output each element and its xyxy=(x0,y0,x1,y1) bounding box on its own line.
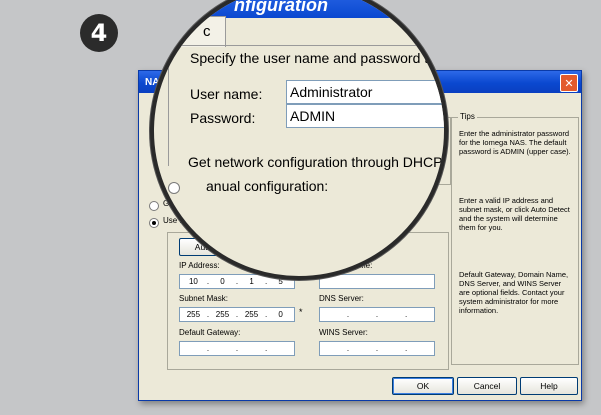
subnet-octet: 255 xyxy=(186,310,201,319)
close-icon: ✕ xyxy=(564,76,574,90)
subnet-octet: 255 xyxy=(215,310,230,319)
dns-server-field[interactable]: ... xyxy=(319,307,435,322)
magnified-title: nfiguration xyxy=(234,0,328,15)
dns-server-label: DNS Server: xyxy=(319,294,364,303)
step-number-badge: 4 xyxy=(80,14,118,52)
subnet-octet: 255 xyxy=(244,310,259,319)
magnified-manual-radio xyxy=(168,182,180,194)
tips-title: Tips xyxy=(458,112,477,121)
magnified-password-label: Password: xyxy=(190,110,256,126)
ip-octet: 0 xyxy=(220,277,225,286)
subnet-mask-field[interactable]: 255. 255. 255. 0 xyxy=(179,307,295,322)
magnified-username-label: User name: xyxy=(190,86,263,102)
required-mark: * xyxy=(299,307,303,317)
ip-octet: 1 xyxy=(249,277,254,286)
magnified-username-field: Administrator xyxy=(286,80,444,104)
subnet-mask-label: Subnet Mask: xyxy=(179,294,228,303)
magnified-instruction: Specify the user name and password to a xyxy=(190,50,448,66)
default-gateway-field[interactable]: ... xyxy=(179,341,295,356)
cancel-button[interactable]: Cancel xyxy=(457,377,517,395)
domain-name-field[interactable] xyxy=(319,274,435,289)
close-button[interactable]: ✕ xyxy=(560,74,578,92)
magnified-dhcp-text: Get network configuration through DHCP xyxy=(188,154,443,170)
magnified-manual-text: anual configuration: xyxy=(206,178,329,194)
wins-server-field[interactable]: ... xyxy=(319,341,435,356)
ok-button[interactable]: OK xyxy=(392,377,454,395)
manual-radio[interactable] xyxy=(149,218,159,228)
magnified-password-field: ADMIN xyxy=(286,104,444,128)
magnified-tab-label: c xyxy=(203,23,211,40)
tip-password: Enter the administrator password for the… xyxy=(459,129,571,156)
ip-address-label: IP Address: xyxy=(179,261,220,270)
wins-server-label: WINS Server: xyxy=(319,328,368,337)
subnet-octet: 0 xyxy=(278,310,283,319)
ip-octet: 10 xyxy=(188,277,198,286)
default-gateway-label: Default Gateway: xyxy=(179,328,241,337)
magnified-tab: c xyxy=(158,16,226,47)
tip-ip-address: Enter a valid IP address and subnet mask… xyxy=(459,196,570,232)
tip-optional-fields: Default Gateway, Domain Name, DNS Server… xyxy=(459,270,569,315)
help-button[interactable]: Help xyxy=(520,377,578,395)
dhcp-radio[interactable] xyxy=(149,201,159,211)
tips-panel: Tips Enter the administrator password fo… xyxy=(451,112,579,365)
